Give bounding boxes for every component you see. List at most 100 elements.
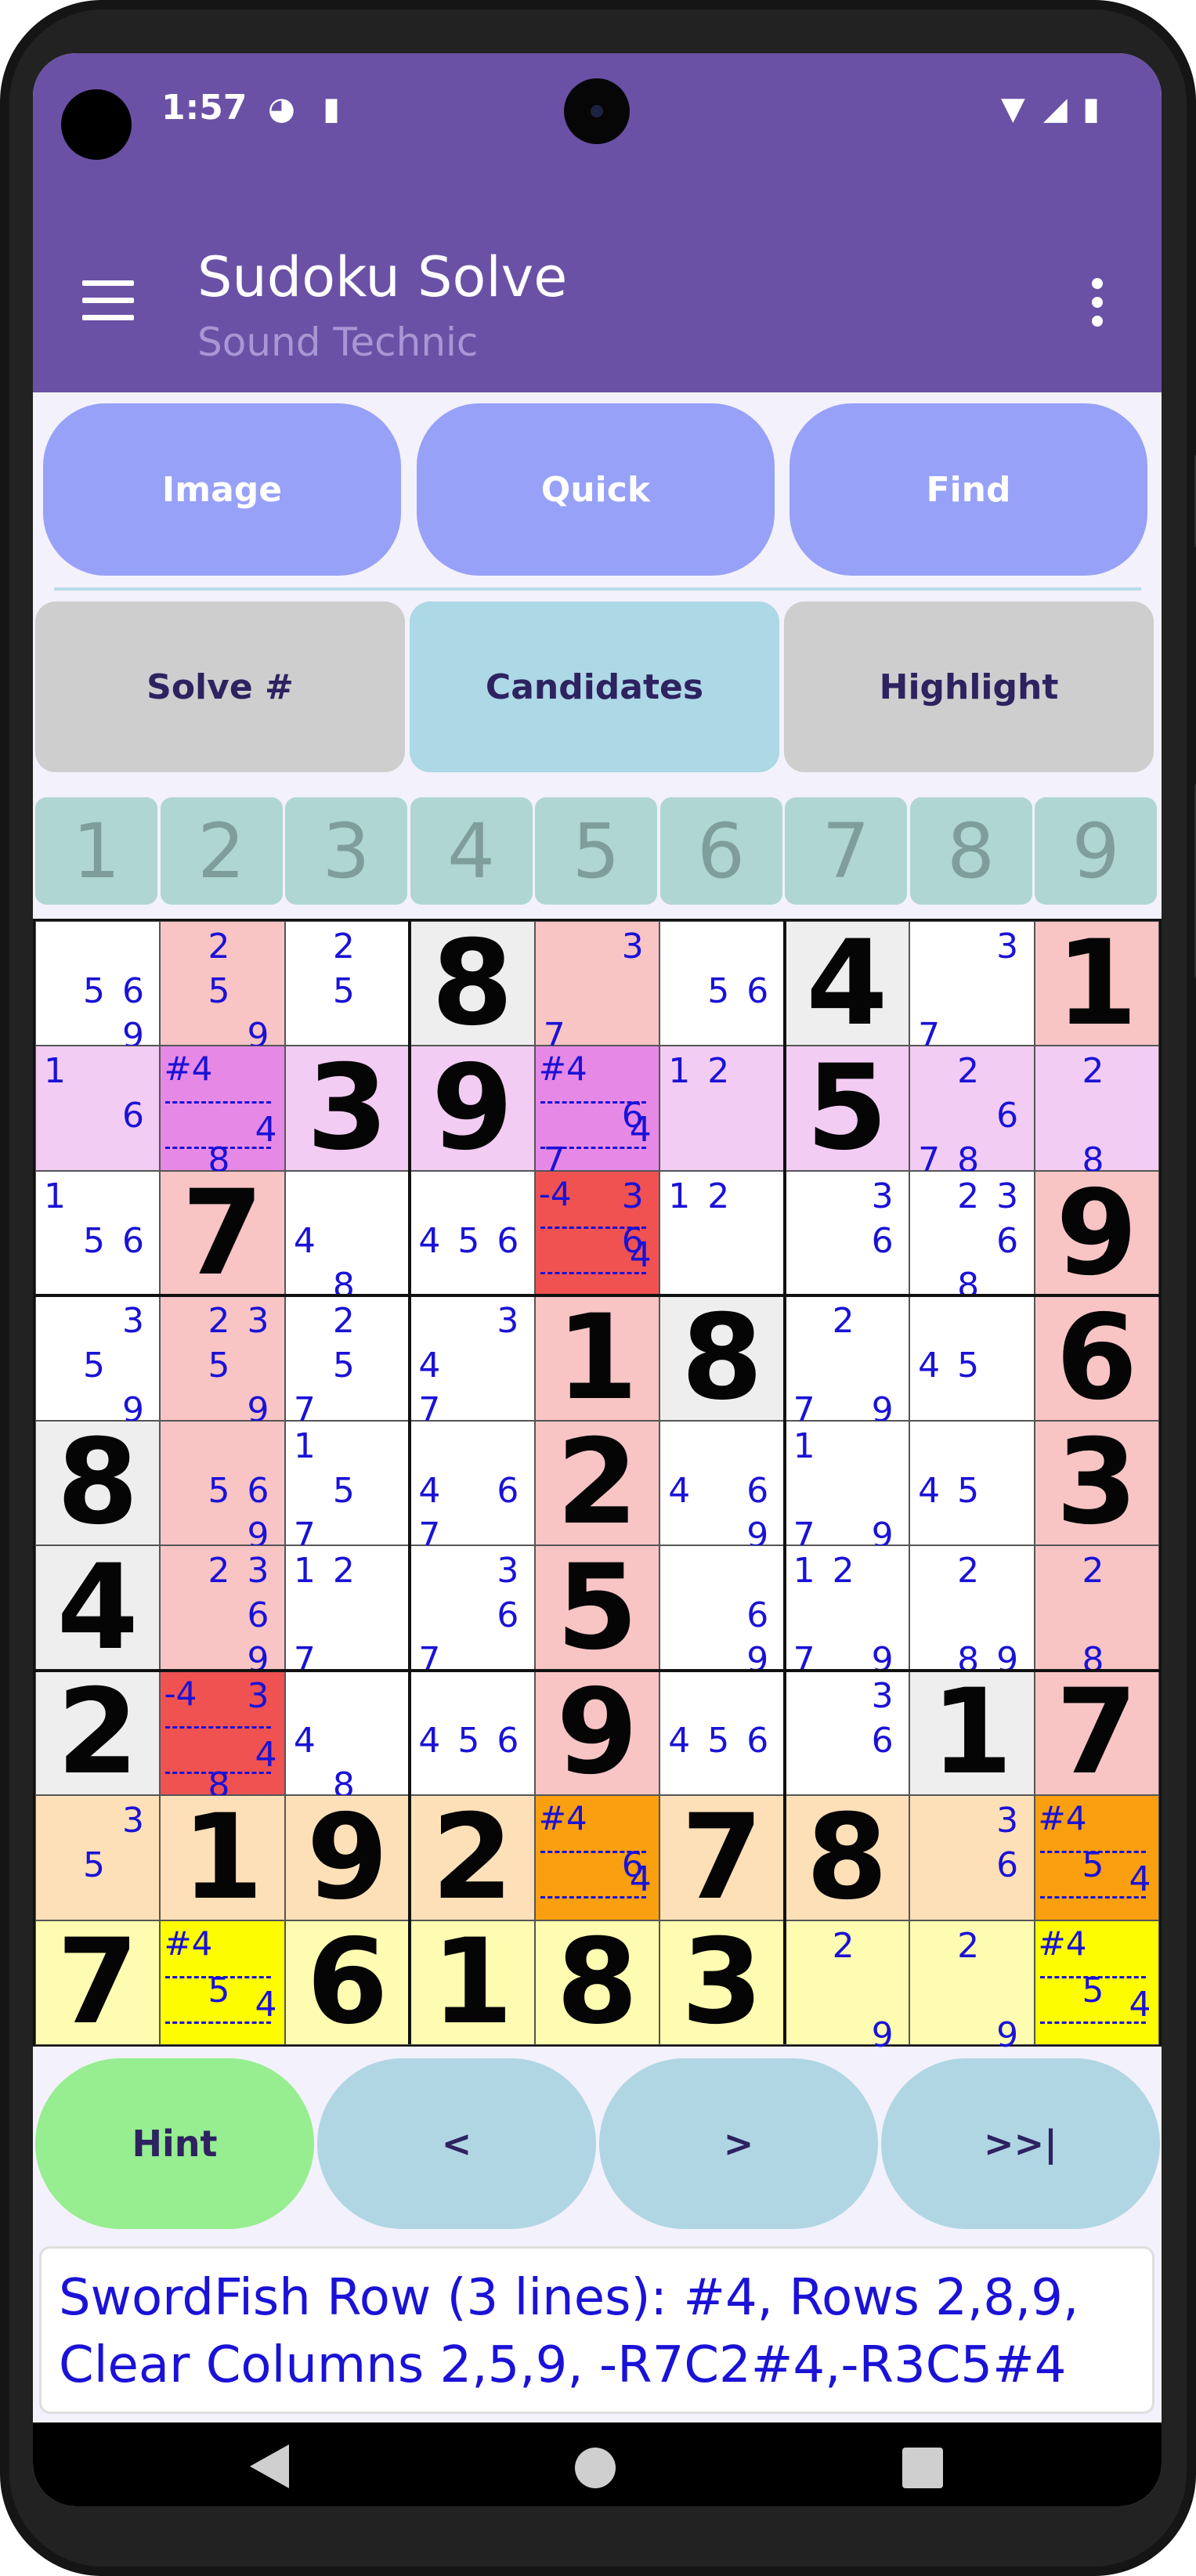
cell-r9c8[interactable]: 29 [909,1920,1035,2052]
cell-r5c5[interactable]: 2 [534,1414,660,1551]
cell-r5c9[interactable]: 3 [1034,1414,1159,1551]
cell-r3c3[interactable]: 48 [284,1170,410,1302]
cell-r9c7[interactable]: 29 [784,1920,910,2052]
cell-r2c5[interactable]: #4 6 7 4 [534,1046,660,1178]
cell-r4c3[interactable]: 257 [284,1295,410,1428]
cell-r7c3[interactable]: 48 [284,1670,410,1802]
cell-r6c6[interactable]: 69 [659,1545,785,1678]
cell-r5c2[interactable]: 569 [160,1420,285,1552]
menu-icon[interactable] [82,280,134,323]
digit-button-9[interactable]: 9 [1035,797,1157,905]
cell-r8c5[interactable]: #4 6 4 [534,1795,660,1920]
cell-r6c3[interactable]: 127 [284,1545,410,1678]
cell-r8c7[interactable]: 8 [784,1790,910,1926]
digit-button-1[interactable]: 1 [35,797,157,905]
digit-button-7[interactable]: 7 [785,797,907,905]
cell-r8c6[interactable]: 7 [659,1790,785,1926]
back-icon[interactable] [246,2444,293,2490]
cell-r1c1[interactable]: 569 [35,921,161,1053]
digit-button-3[interactable]: 3 [285,797,407,905]
cell-r1c3[interactable]: 25 [284,921,410,1046]
cell-r7c7[interactable]: 36 [784,1670,910,1796]
digit-button-8[interactable]: 8 [909,797,1032,905]
cell-r4c6[interactable]: 8 [659,1290,785,1426]
cell-r3c4[interactable]: 456 [410,1170,535,1296]
cell-r8c4[interactable]: 2 [410,1790,535,1926]
cell-r6c1[interactable]: 4 [35,1540,161,1676]
cell-r6c5[interactable]: 5 [534,1540,660,1676]
cell-r7c5[interactable]: 9 [534,1664,660,1801]
recents-icon[interactable] [902,2448,943,2488]
cell-r2c7[interactable]: 5 [784,1040,910,1176]
digit-button-2[interactable]: 2 [160,797,283,905]
image-button[interactable]: Image [43,403,401,576]
overflow-menu-icon[interactable] [1092,278,1104,333]
cell-r7c8[interactable]: 1 [909,1664,1035,1801]
cell-r8c9[interactable]: #4 5 4 [1034,1795,1159,1920]
quick-button[interactable]: Quick [417,403,775,576]
cell-r3c7[interactable]: 36 [784,1170,910,1296]
candidates-button[interactable]: Candidates [410,602,779,772]
cell-r7c1[interactable]: 2 [35,1664,161,1801]
cell-r1c6[interactable]: 56 [659,921,785,1046]
cell-r6c7[interactable]: 1279 [784,1545,910,1678]
cell-r3c2[interactable]: 7 [160,1165,285,1302]
cell-r1c2[interactable]: 259 [160,921,285,1053]
solve-number-button[interactable]: Solve # [35,602,405,772]
previous-step-button[interactable]: < [317,2058,596,2229]
cell-r2c8[interactable]: 2678 [909,1046,1035,1178]
cell-r9c2[interactable]: #4 5 4 [160,1920,285,2045]
cell-r3c9[interactable]: 9 [1034,1165,1159,1302]
next-step-button[interactable]: > [599,2058,878,2229]
cell-r9c1[interactable]: 7 [35,1914,161,2050]
cell-r8c1[interactable]: 35 [35,1795,161,1920]
cell-r1c9[interactable]: 1 [1034,916,1159,1052]
cell-r4c2[interactable]: 2359 [160,1295,285,1428]
cell-r4c9[interactable]: 6 [1034,1290,1159,1426]
cell-r4c7[interactable]: 279 [784,1295,910,1428]
cell-r4c5[interactable]: 1 [534,1290,660,1426]
cell-r3c1[interactable]: 156 [35,1170,161,1296]
cell-r5c3[interactable]: 157 [284,1420,410,1552]
cell-r4c4[interactable]: 347 [410,1295,535,1428]
cell-r7c6[interactable]: 456 [659,1670,785,1796]
cell-r1c4[interactable]: 8 [410,916,535,1052]
cell-r8c3[interactable]: 9 [284,1790,410,1926]
find-button[interactable]: Find [790,403,1147,576]
cell-r1c7[interactable]: 4 [784,916,910,1052]
cell-r5c4[interactable]: 467 [410,1420,535,1552]
cell-r9c3[interactable]: 6 [284,1914,410,2050]
cell-r6c8[interactable]: 289 [909,1545,1035,1678]
highlight-button[interactable]: Highlight [784,602,1154,772]
cell-r9c6[interactable]: 3 [659,1914,785,2050]
cell-r9c9[interactable]: #4 5 4 [1034,1920,1159,2045]
cell-r9c4[interactable]: 1 [410,1914,535,2050]
digit-button-6[interactable]: 6 [659,797,782,905]
cell-r4c8[interactable]: 45 [909,1295,1035,1421]
solve-to-end-button[interactable]: >>| [881,2058,1160,2229]
cell-r8c8[interactable]: 36 [909,1795,1035,1920]
cell-r7c9[interactable]: 7 [1034,1664,1159,1801]
cell-r5c1[interactable]: 8 [35,1414,161,1551]
cell-r1c8[interactable]: 37 [909,921,1035,1053]
digit-button-5[interactable]: 5 [535,797,657,905]
cell-r2c9[interactable]: 28 [1034,1046,1159,1178]
cell-r6c2[interactable]: 2369 [160,1545,285,1678]
cell-r2c2[interactable]: #4 8 4 [160,1046,285,1178]
cell-r6c9[interactable]: 28 [1034,1545,1159,1678]
cell-r3c5[interactable]: -4 3 6 4 [534,1170,660,1296]
cell-r5c6[interactable]: 469 [659,1420,785,1552]
cell-r5c7[interactable]: 179 [784,1420,910,1552]
cell-r3c8[interactable]: 2368 [909,1170,1035,1302]
cell-r7c2[interactable]: -4 3 8 4 [160,1670,285,1802]
cell-r8c2[interactable]: 1 [160,1790,285,1926]
home-icon[interactable] [573,2446,617,2490]
cell-r2c3[interactable]: 3 [284,1040,410,1176]
cell-r5c8[interactable]: 45 [909,1420,1035,1546]
cell-r2c6[interactable]: 12 [659,1046,785,1171]
cell-r9c5[interactable]: 8 [534,1914,660,2050]
cell-r3c6[interactable]: 12 [659,1170,785,1296]
cell-r1c5[interactable]: 37 [534,921,660,1053]
cell-r4c1[interactable]: 359 [35,1295,161,1428]
cell-r7c4[interactable]: 456 [410,1670,535,1796]
